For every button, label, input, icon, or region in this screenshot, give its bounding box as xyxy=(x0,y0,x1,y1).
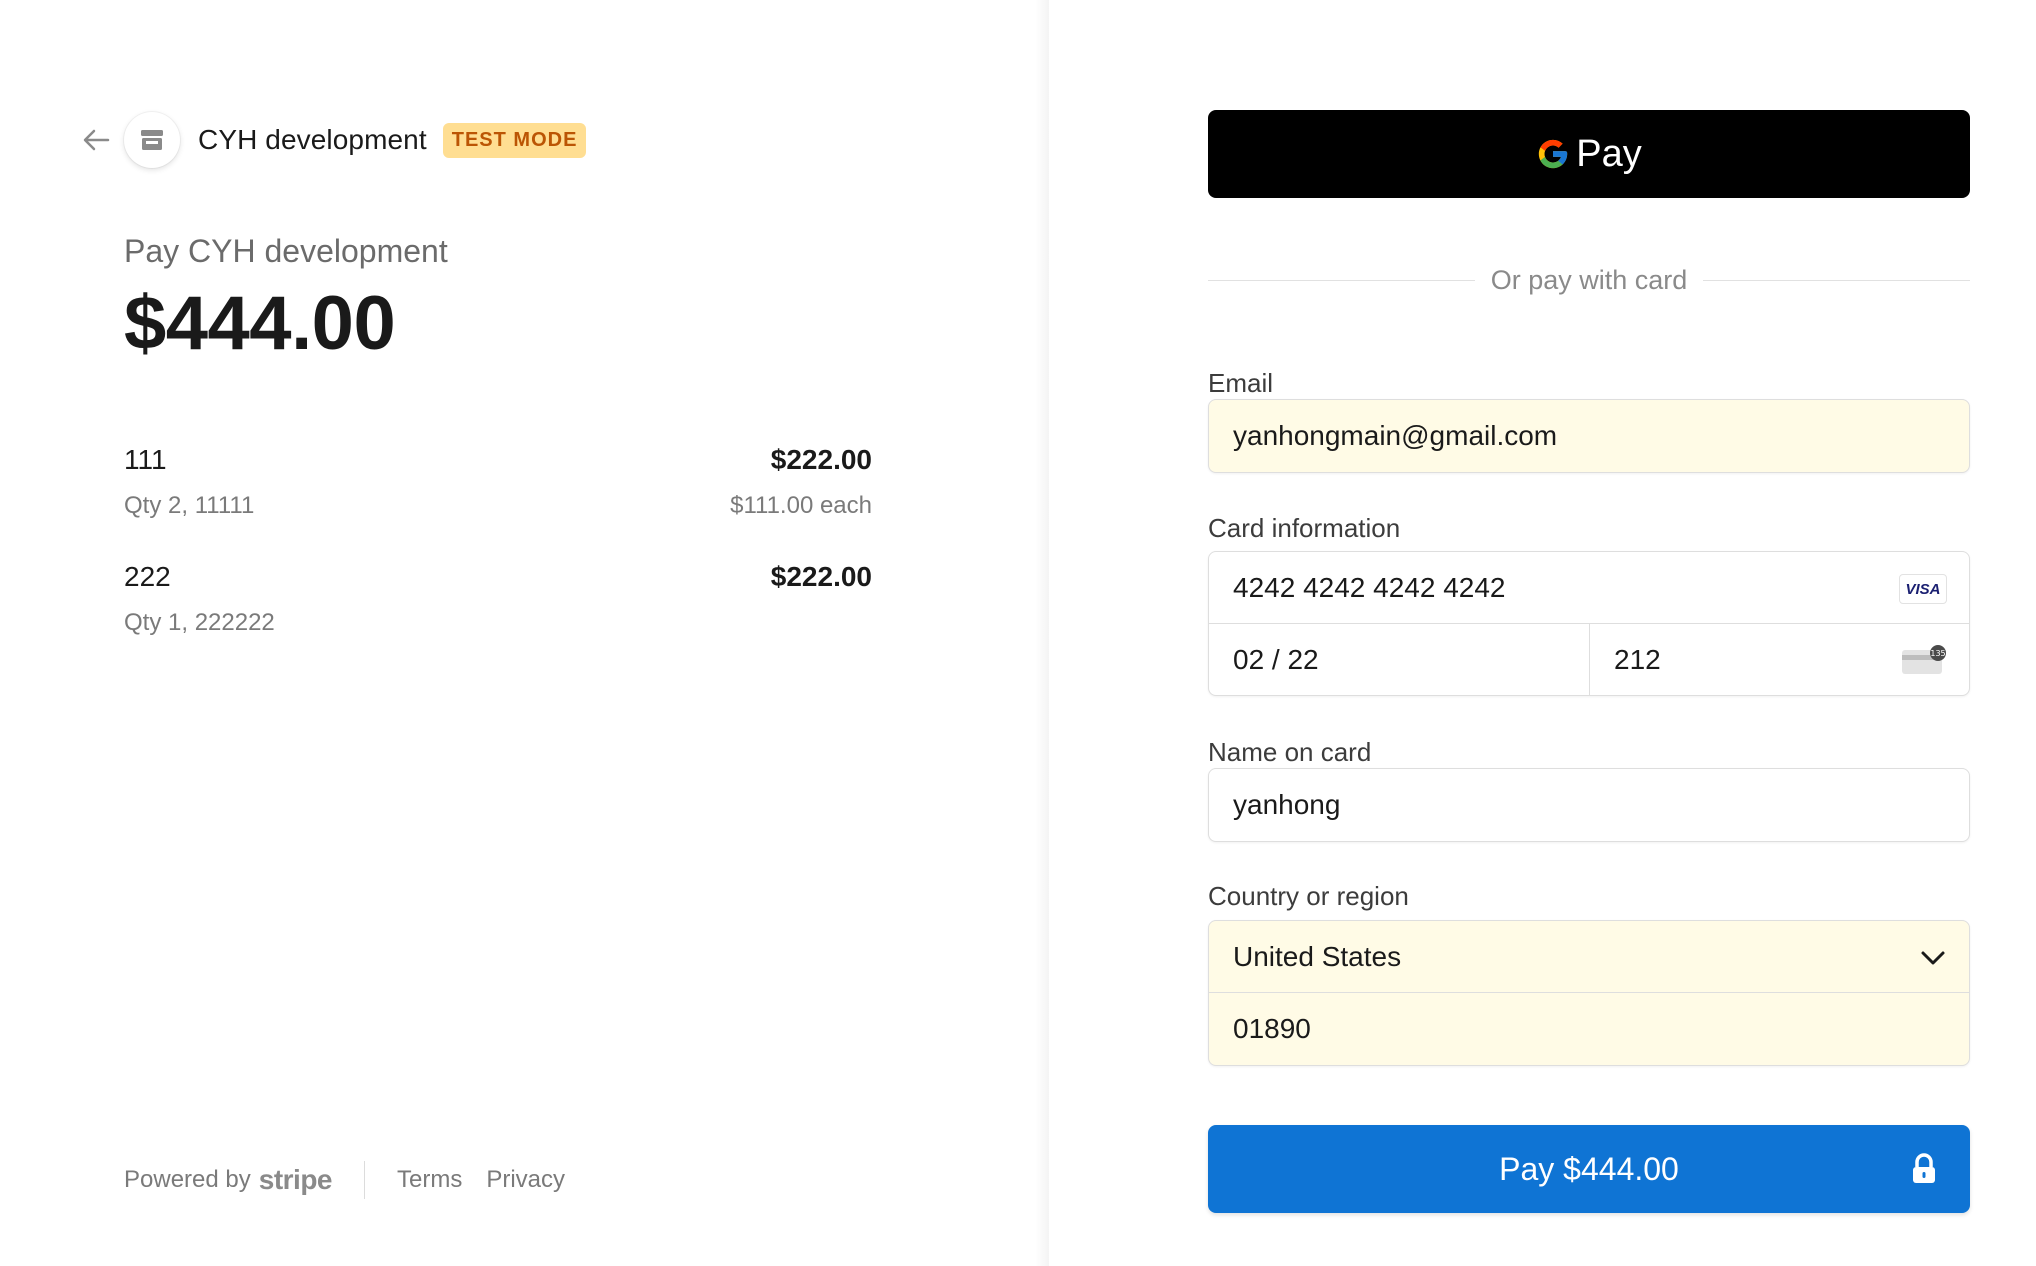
cvc-card-icon: 135 xyxy=(1902,645,1946,674)
pay-to-label: Pay CYH development xyxy=(124,233,448,269)
email-value: yanhongmain@gmail.com xyxy=(1233,420,1558,451)
merchant-header: CYH development TEST MODE xyxy=(80,112,587,168)
svg-text:135: 135 xyxy=(1930,649,1945,658)
cvc-field[interactable]: 212 135 xyxy=(1590,624,1970,696)
card-information-label: Card information xyxy=(1208,513,1401,543)
item-price: $222.00 xyxy=(770,444,872,475)
expiry-value: 02 / 22 xyxy=(1233,644,1319,675)
order-summary-panel: CYH development TEST MODE Pay CYH develo… xyxy=(0,0,1043,1266)
total-amount: $444.00 xyxy=(124,281,396,366)
google-pay-button[interactable]: Pay xyxy=(1208,110,1970,198)
store-avatar xyxy=(124,112,180,168)
test-mode-badge: TEST MODE xyxy=(442,122,587,158)
zip-field[interactable]: 01890 xyxy=(1209,993,1969,1066)
visa-icon: VISA xyxy=(1899,574,1947,604)
email-field[interactable]: yanhongmain@gmail.com xyxy=(1208,399,1970,473)
checkout-page: CYH development TEST MODE Pay CYH develo… xyxy=(0,0,2036,1266)
or-divider: Or pay with card xyxy=(1208,262,1971,298)
merchant-name: CYH development xyxy=(198,124,427,155)
item-quantity: Qty 2, 11111 xyxy=(124,492,255,519)
zip-value: 01890 xyxy=(1233,1013,1311,1044)
powered-by-label: Powered by xyxy=(124,1166,251,1193)
pay-button[interactable]: Pay $444.00 xyxy=(1208,1125,1970,1213)
item-quantity: Qty 1, 222222 xyxy=(124,609,275,636)
cvc-value: 212 xyxy=(1614,644,1661,675)
or-pay-with-card-text: Or pay with card xyxy=(1490,264,1688,295)
privacy-link[interactable]: Privacy xyxy=(486,1166,565,1194)
item-unit-price: $111.00 each xyxy=(730,492,872,519)
stripe-logo: stripe xyxy=(258,1164,333,1195)
billing-address-group: United States 01890 xyxy=(1208,920,1970,1066)
item-name: 111 xyxy=(124,444,167,475)
google-pay-label: Pay xyxy=(1576,132,1642,175)
country-value: United States xyxy=(1233,941,1402,972)
item-price: $222.00 xyxy=(770,561,872,592)
name-on-card-field[interactable]: yanhong xyxy=(1208,768,1970,842)
name-on-card-value: yanhong xyxy=(1233,789,1341,820)
lock-icon xyxy=(1913,1153,1935,1183)
panel-divider xyxy=(1035,0,1049,1266)
card-information-group: 4242 4242 4242 4242 VISA 02 / 22 212 135 xyxy=(1208,551,1970,696)
terms-link[interactable]: Terms xyxy=(397,1166,462,1194)
powered-by-stripe[interactable]: Powered by stripe xyxy=(124,1164,333,1196)
google-g-icon xyxy=(1539,139,1568,169)
pay-button-label: Pay $444.00 xyxy=(1499,1150,1679,1187)
store-icon xyxy=(141,130,163,150)
country-label: Country or region xyxy=(1208,881,1409,911)
footer-divider xyxy=(364,1161,365,1199)
chevron-down-icon xyxy=(1921,951,1945,965)
back-arrow-icon[interactable] xyxy=(80,124,112,156)
expiry-field[interactable]: 02 / 22 xyxy=(1209,624,1589,696)
line-items-list: 111 $222.00 Qty 2, 11111 $111.00 each 22… xyxy=(124,440,872,674)
card-number-value: 4242 4242 4242 4242 xyxy=(1233,572,1506,603)
email-label: Email xyxy=(1208,368,1274,398)
name-on-card-label: Name on card xyxy=(1208,737,1372,767)
payment-panel: Pay Or pay with card Email yanhongmain@g… xyxy=(1049,0,2036,1266)
country-select[interactable]: United States xyxy=(1209,921,1969,993)
item-name: 222 xyxy=(124,561,171,592)
list-item: 111 $222.00 Qty 2, 11111 $111.00 each xyxy=(124,440,872,557)
footer: Powered by stripe Terms Privacy xyxy=(124,1160,565,1200)
list-item: 222 $222.00 Qty 1, 222222 xyxy=(124,557,872,674)
card-number-field[interactable]: 4242 4242 4242 4242 VISA xyxy=(1209,552,1969,624)
